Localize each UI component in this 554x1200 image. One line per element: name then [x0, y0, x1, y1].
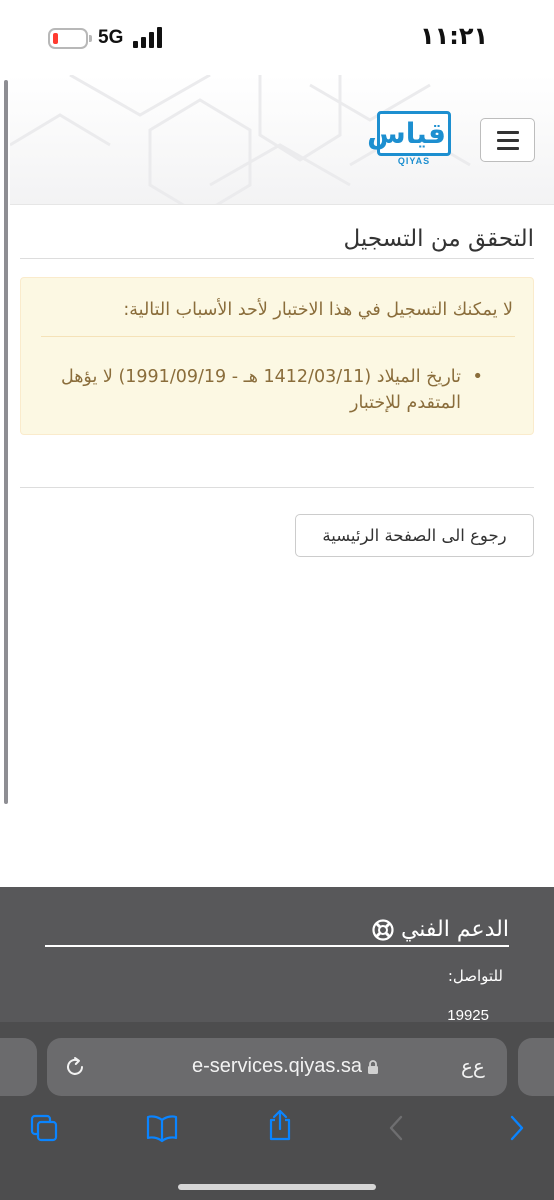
- logo-text: QIYAS: [397, 156, 431, 166]
- contact-label: للتواصل:: [447, 967, 503, 985]
- header-background-pattern: [10, 75, 471, 204]
- site-header: قياس QIYAS: [10, 75, 554, 205]
- page-title: التحقق من التسجيل: [343, 226, 534, 252]
- back-icon[interactable]: [386, 1113, 406, 1143]
- lock-icon: [368, 1060, 378, 1074]
- logo-frame: قياس: [367, 111, 451, 156]
- back-to-home-button[interactable]: رجوع الى الصفحة الرئيسية: [295, 514, 534, 557]
- home-indicator[interactable]: [178, 1184, 376, 1190]
- status-time: ١١:٢١: [420, 22, 489, 50]
- alert-reason: تاريخ الميلاد (1412/03/11 هـ - 1991/09/1…: [53, 364, 513, 416]
- qiyas-logo[interactable]: قياس QIYAS: [367, 111, 451, 167]
- next-tab-preview[interactable]: [518, 1038, 554, 1096]
- network-type: 5G: [98, 27, 124, 48]
- share-icon[interactable]: [266, 1108, 294, 1142]
- url-field[interactable]: e-services.qiyas.sa ﻉﻉ: [47, 1038, 507, 1096]
- scroll-indicator[interactable]: [4, 80, 8, 804]
- battery-level-fill: [53, 33, 58, 44]
- bookmarks-icon[interactable]: [145, 1113, 179, 1143]
- hamburger-menu-icon: [497, 131, 519, 134]
- lifebuoy-icon: [372, 919, 394, 941]
- tabs-icon[interactable]: [29, 1113, 59, 1143]
- url-text: e-services.qiyas.sa: [191, 1055, 363, 1077]
- support-heading: الدعم الفني: [366, 917, 509, 942]
- menu-button[interactable]: [480, 118, 535, 162]
- alert-divider: [41, 336, 515, 337]
- status-bar: 5G ١١:٢١: [0, 0, 554, 75]
- section-divider: [20, 487, 534, 488]
- forward-icon[interactable]: [507, 1113, 527, 1143]
- support-heading-text: الدعم الفني: [400, 917, 509, 942]
- previous-tab-preview[interactable]: [0, 1038, 37, 1096]
- alert-reason-list: تاريخ الميلاد (1412/03/11 هـ - 1991/09/1…: [53, 364, 513, 416]
- signal-strength-icon: [133, 26, 163, 48]
- site-footer: الدعم الفني للتواصل: 19925: [0, 887, 554, 1027]
- logo-glyph: قياس: [367, 117, 446, 150]
- title-divider: [20, 258, 534, 259]
- support-divider: [45, 945, 509, 947]
- reader-mode-button[interactable]: ﻉﻉ: [461, 1054, 485, 1078]
- alert-heading: لا يمكنك التسجيل في هذا الاختبار لأحد ال…: [123, 300, 513, 320]
- warning-alert: لا يمكنك التسجيل في هذا الاختبار لأحد ال…: [20, 277, 534, 435]
- battery-icon: [48, 28, 92, 49]
